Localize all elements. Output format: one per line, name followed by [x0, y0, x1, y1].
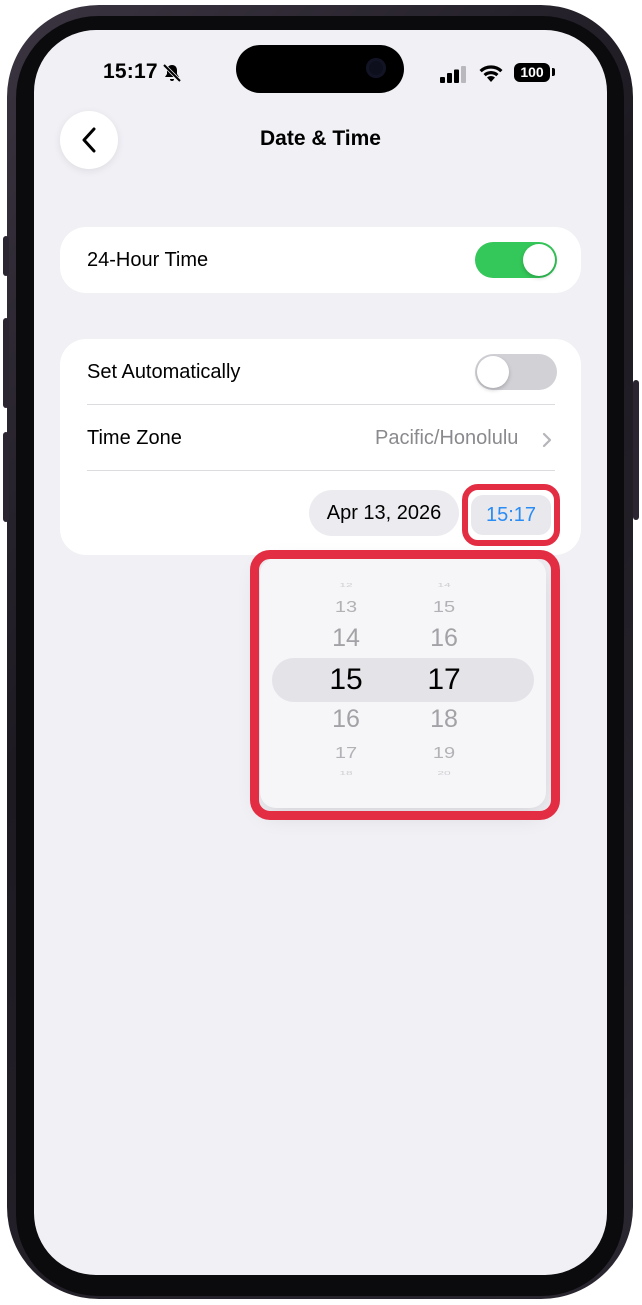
time-highlight-box	[462, 484, 560, 546]
picker-highlight-box	[250, 550, 560, 820]
battery-cap	[552, 68, 555, 76]
wifi-icon	[479, 65, 503, 82]
date-button[interactable]: Apr 13, 2026	[309, 490, 459, 536]
battery-icon: 100	[514, 63, 550, 82]
24-hour-time-toggle[interactable]	[475, 242, 557, 278]
page-title: Date & Time	[260, 127, 381, 150]
volume-up-button	[3, 318, 9, 408]
chevron-right-icon	[542, 432, 552, 448]
toggle-knob	[523, 244, 555, 276]
bell-slash-icon	[162, 63, 182, 83]
front-camera	[366, 58, 386, 78]
toggle-knob	[477, 356, 509, 388]
24-hour-time-label: 24-Hour Time	[87, 249, 209, 271]
power-button	[633, 380, 639, 520]
time-zone-value: Pacific/Honolulu	[375, 427, 519, 449]
status-time: 15:17	[103, 60, 158, 83]
volume-down-button	[3, 432, 9, 522]
divider	[87, 470, 555, 471]
screen: 15:17 100 Date & Time 24-Hour Time Set A…	[34, 30, 607, 1275]
set-automatically-label: Set Automatically	[87, 361, 241, 383]
cellular-signal-icon	[440, 66, 466, 83]
time-zone-label: Time Zone	[87, 427, 182, 449]
action-button	[3, 236, 9, 276]
set-automatically-toggle[interactable]	[475, 354, 557, 390]
